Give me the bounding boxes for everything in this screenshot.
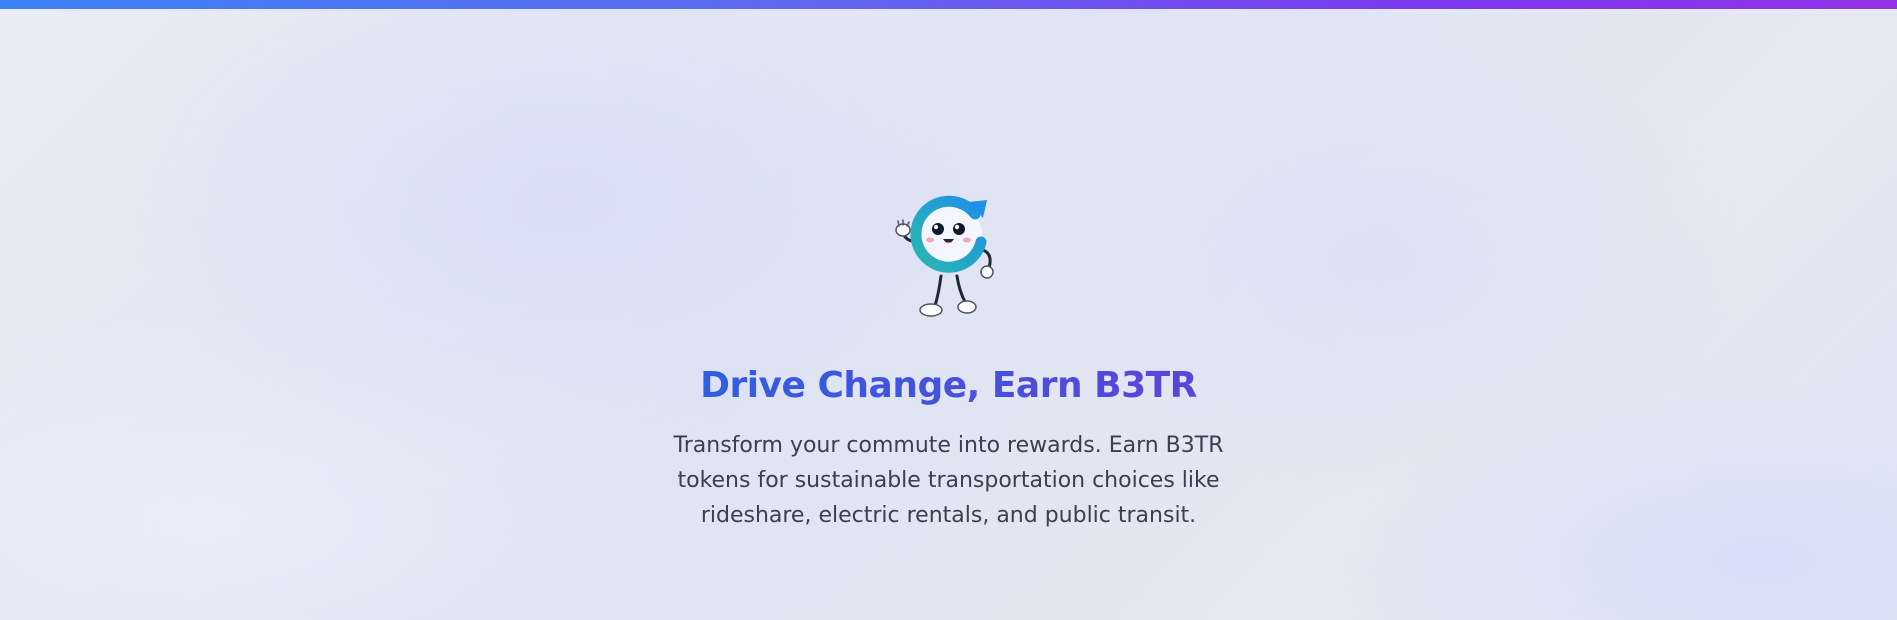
hero-section: Drive Change, Earn B3TR Transform your c… xyxy=(0,180,1897,533)
hero-subtitle: Transform your commute into rewards. Ear… xyxy=(673,433,1224,528)
hero-title: Drive Change, Earn B3TR xyxy=(700,365,1197,406)
page-background: Drive Change, Earn B3TR Transform your c… xyxy=(0,0,1897,620)
refresh-arrow-mascot-icon xyxy=(894,195,994,317)
top-gradient-bar xyxy=(0,0,1897,9)
